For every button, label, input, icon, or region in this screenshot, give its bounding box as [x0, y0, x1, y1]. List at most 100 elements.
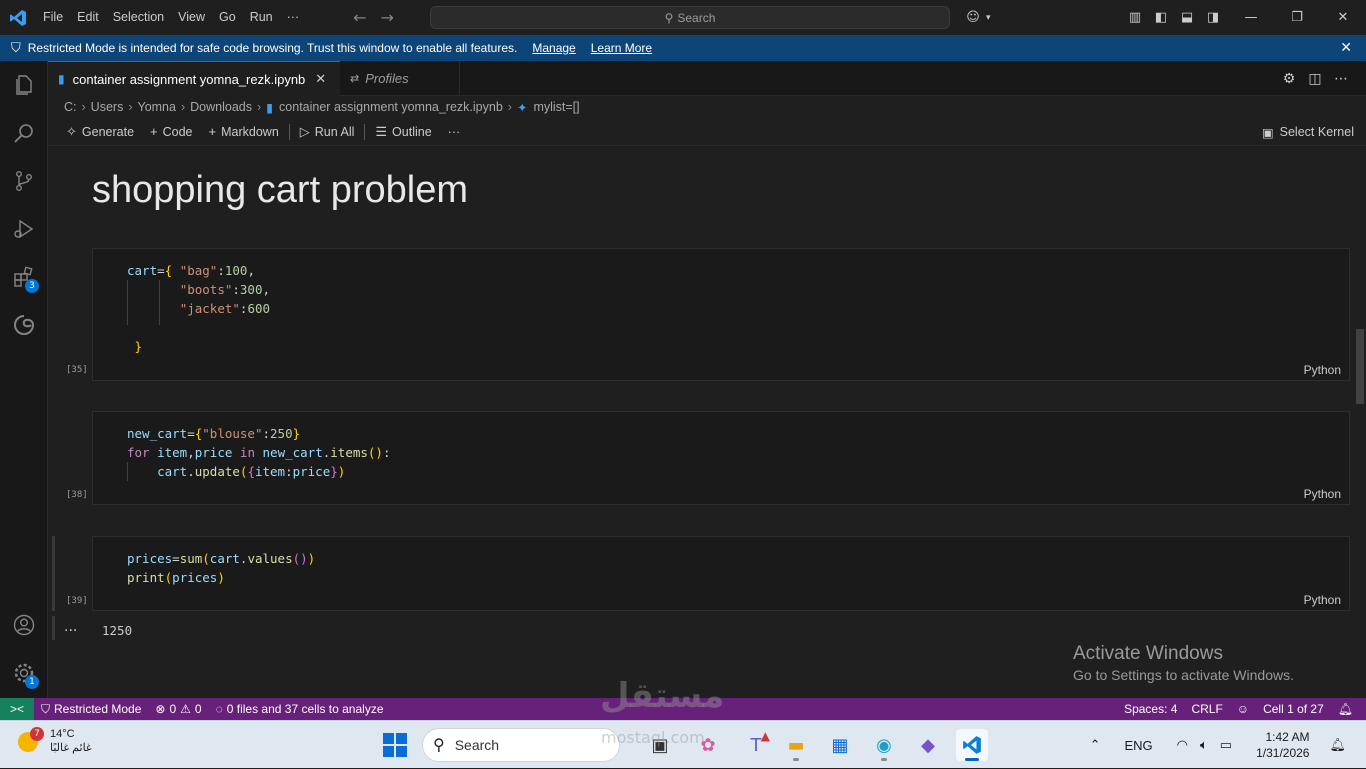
- output-actions-button[interactable]: ···: [64, 623, 77, 639]
- close-window-icon[interactable]: ✕: [1320, 0, 1366, 35]
- menu-more[interactable]: ···: [280, 0, 307, 35]
- remote-indicator[interactable]: ><: [0, 698, 34, 720]
- taskbar-search[interactable]: ⚲ Search: [422, 728, 620, 762]
- select-kernel-button[interactable]: ▣ Select Kernel: [1262, 118, 1354, 146]
- generate-button[interactable]: ✧ Generate: [58, 124, 142, 140]
- problems-status[interactable]: ⊗ 0 ⚠ 0: [148, 702, 208, 716]
- restricted-mode-status[interactable]: ⛉ Restricted Mode: [34, 702, 148, 717]
- manage-link[interactable]: Manage: [532, 41, 575, 55]
- run-all-label: Run All: [314, 124, 355, 139]
- add-code-cell-button[interactable]: + Code: [142, 124, 200, 139]
- sun-icon: 7: [16, 727, 44, 754]
- cell-source[interactable]: prices=sum(cart.values()) print(prices): [127, 549, 315, 587]
- vscode-taskbar-icon[interactable]: [956, 729, 988, 761]
- markdown-label: Markdown: [221, 124, 279, 139]
- generate-label: Generate: [81, 124, 135, 139]
- breadcrumb-item[interactable]: mylist=[]: [533, 100, 579, 114]
- code-cell[interactable]: prices=sum(cart.values()) print(prices) …: [92, 536, 1350, 611]
- wifi-icon[interactable]: ◠: [1177, 737, 1188, 753]
- close-tab-icon[interactable]: ✕: [315, 71, 326, 87]
- notebook-scrollbar[interactable]: [1356, 329, 1364, 404]
- indentation-status[interactable]: Spaces: 4: [1117, 702, 1184, 716]
- more-actions-icon[interactable]: ⋯: [1328, 71, 1354, 87]
- clock[interactable]: 1:42 AM 1/31/2026: [1256, 729, 1309, 761]
- breadcrumb-item[interactable]: Users: [91, 100, 124, 114]
- edge-devtools-icon[interactable]: [0, 301, 48, 349]
- toggle-primary-sidebar-icon[interactable]: ◧: [1148, 10, 1174, 25]
- start-button[interactable]: [383, 733, 407, 757]
- cell-position-status[interactable]: Cell 1 of 27: [1256, 702, 1331, 716]
- cell-language[interactable]: Python: [1304, 363, 1341, 377]
- cell-source[interactable]: cart={ "bag":100, "boots":300, "jacket":…: [127, 261, 270, 356]
- notifications-icon[interactable]: 🔔︎: [1329, 737, 1346, 753]
- menu-file[interactable]: File: [36, 0, 70, 35]
- manage-gear-icon[interactable]: 1: [0, 649, 48, 697]
- run-all-button[interactable]: ▷ Run All: [292, 124, 363, 140]
- close-banner-icon[interactable]: ✕: [1340, 39, 1352, 56]
- forward-arrow-icon[interactable]: →: [374, 8, 401, 27]
- edge-browser-icon[interactable]: ◉: [868, 729, 900, 761]
- microsoft-store-icon[interactable]: ▦: [824, 729, 856, 761]
- menu-go[interactable]: Go: [212, 0, 243, 35]
- analysis-status[interactable]: ◌ 0 files and 37 cells to analyze: [209, 702, 391, 716]
- file-explorer-icon[interactable]: ▬: [780, 729, 812, 761]
- breadcrumb-item[interactable]: container assignment yomna_rezk.ipynb: [279, 100, 503, 114]
- weather-widget[interactable]: 7 14°C غائم غالبًا: [16, 727, 92, 755]
- start-tile: [383, 746, 394, 757]
- chevron-down-icon: ▾: [986, 12, 991, 23]
- chevron-right-icon: ›: [128, 100, 133, 114]
- code-cell[interactable]: cart={ "bag":100, "boots":300, "jacket":…: [92, 248, 1350, 381]
- outline-button[interactable]: ☰ Outline: [367, 124, 439, 140]
- tray-overflow-chevron-icon[interactable]: ⌃: [1090, 737, 1101, 753]
- toggle-secondary-sidebar-icon[interactable]: ◨: [1200, 10, 1226, 25]
- running-indicator: [793, 758, 799, 761]
- tab-label: container assignment yomna_rezk.ipynb: [72, 71, 306, 87]
- cell-language[interactable]: Python: [1304, 593, 1341, 607]
- explorer-icon[interactable]: [0, 61, 48, 109]
- customize-layout-icon[interactable]: ▥: [1122, 10, 1148, 25]
- learn-more-link[interactable]: Learn More: [591, 41, 652, 55]
- tab-profiles[interactable]: ⇄ Profiles: [340, 61, 460, 96]
- battery-icon[interactable]: ▭: [1220, 737, 1232, 753]
- taskbar-search-label: Search: [454, 737, 500, 753]
- add-markdown-cell-button[interactable]: + Markdown: [201, 124, 287, 139]
- breadcrumb-item[interactable]: Yomna: [138, 100, 176, 114]
- cell-language[interactable]: Python: [1304, 487, 1341, 501]
- menu-run[interactable]: Run: [243, 0, 280, 35]
- breadcrumb-item[interactable]: Downloads: [190, 100, 252, 114]
- teams-app-icon[interactable]: T ▲: [740, 729, 772, 761]
- restore-icon[interactable]: ❐: [1274, 0, 1320, 35]
- tab-notebook[interactable]: ▮ container assignment yomna_rezk.ipynb …: [48, 61, 340, 96]
- notifications-bell-icon[interactable]: 🔔︎: [1331, 702, 1360, 716]
- copilot-menu[interactable]: ☺ ▾: [960, 0, 991, 35]
- error-count: 0: [169, 702, 177, 716]
- notebook-settings-gear-icon[interactable]: ⚙: [1276, 71, 1302, 87]
- run-debug-icon[interactable]: [0, 205, 48, 253]
- search-view-icon[interactable]: [0, 109, 48, 157]
- more-toolbar-button[interactable]: ···: [440, 125, 469, 139]
- copilot-status-icon[interactable]: ☺: [1230, 702, 1256, 716]
- eol-status[interactable]: CRLF: [1184, 702, 1229, 716]
- command-center-search[interactable]: ⚲ Search: [430, 6, 950, 29]
- accounts-icon[interactable]: [0, 601, 48, 649]
- back-arrow-icon[interactable]: ←: [346, 8, 373, 27]
- toggle-panel-icon[interactable]: ⬓: [1174, 10, 1200, 25]
- volume-icon[interactable]: 🔈︎: [1200, 737, 1208, 753]
- menu-edit[interactable]: Edit: [70, 0, 106, 35]
- running-indicator: [965, 758, 979, 761]
- cell-source[interactable]: new_cart={"blouse":250} for item,price i…: [127, 424, 391, 481]
- weather-desc: غائم غالبًا: [50, 742, 92, 754]
- breadcrumb-item[interactable]: C:: [64, 100, 77, 114]
- code-cell[interactable]: new_cart={"blouse":250} for item,price i…: [92, 411, 1350, 505]
- extensions-icon[interactable]: 3: [0, 253, 48, 301]
- menu-selection[interactable]: Selection: [106, 0, 171, 35]
- menu-view[interactable]: View: [171, 0, 212, 35]
- microsoft-365-icon[interactable]: ◆: [912, 729, 944, 761]
- warning-icon: ⚠: [180, 702, 191, 716]
- source-control-icon[interactable]: [0, 157, 48, 205]
- minimize-icon[interactable]: —: [1228, 0, 1274, 35]
- split-editor-icon[interactable]: ◫: [1302, 71, 1328, 87]
- code-label: Code: [162, 124, 193, 139]
- clock-time: 1:42 AM: [1265, 730, 1310, 744]
- input-language[interactable]: ENG: [1124, 738, 1152, 753]
